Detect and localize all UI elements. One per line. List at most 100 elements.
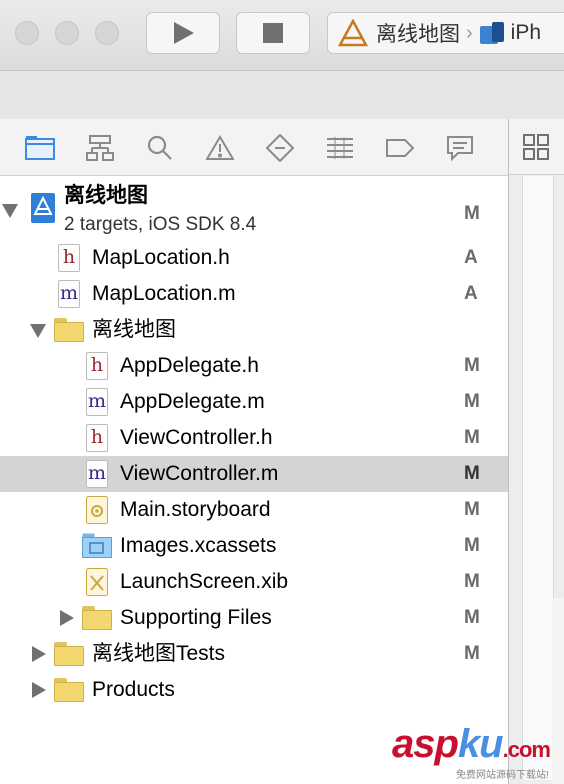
status-badge: A (464, 247, 478, 268)
group-label: Supporting Files (120, 606, 272, 629)
file-label: AppDelegate.h (120, 354, 259, 377)
symbol-navigator-tab[interactable] (85, 133, 115, 163)
watermark-asp: asp (392, 722, 459, 766)
issue-navigator-tab[interactable] (205, 133, 235, 163)
folder-icon (54, 678, 84, 702)
file-row-viewcontroller-m[interactable]: m ViewController.m M (0, 456, 508, 492)
zoom-window-button[interactable] (95, 21, 119, 45)
status-badge: M (464, 571, 480, 592)
tab-bar-area (0, 70, 564, 120)
list-icon (327, 137, 353, 159)
header-file-icon: h (86, 424, 108, 452)
xcode-app-icon (338, 19, 368, 47)
file-row-launchscreen-xib[interactable]: LaunchScreen.xib M (0, 564, 508, 600)
file-row-maplocation-m[interactable]: m MapLocation.m A (0, 276, 508, 312)
simulator-device-icon (479, 22, 504, 44)
run-button[interactable] (146, 12, 220, 54)
file-row-appdelegate-m[interactable]: m AppDelegate.m M (0, 384, 508, 420)
breakpoint-navigator-tab[interactable] (385, 133, 415, 163)
file-row-images-xcassets[interactable]: Images.xcassets M (0, 528, 508, 564)
speech-bubble-icon (447, 136, 473, 161)
project-navigator-tree: 离线地图 2 targets, iOS SDK 8.4 M h MapLocat… (0, 176, 508, 784)
group-row-lixian-ditu[interactable]: 离线地图 (0, 312, 508, 348)
debug-navigator-tab[interactable] (325, 133, 355, 163)
editor-scroll-area (552, 598, 564, 784)
status-badge: M (464, 607, 480, 628)
file-label: MapLocation.m (92, 282, 236, 305)
chevron-right-icon: › (466, 21, 473, 44)
header-file-icon: h (58, 244, 80, 272)
disclosure-expanded-icon[interactable] (2, 204, 18, 218)
editor-gutter (522, 176, 554, 780)
diamond-icon (266, 134, 294, 162)
group-row-products[interactable]: Products (0, 672, 508, 708)
disclosure-expanded-icon[interactable] (30, 324, 46, 338)
file-label: AppDelegate.m (120, 390, 265, 413)
project-name: 离线地图 (64, 184, 148, 207)
watermark-com: .com (502, 737, 551, 762)
watermark-subtitle: 免费网站源码下载站! (456, 770, 549, 781)
scheme-project-label: 离线地图 (376, 23, 460, 46)
disclosure-collapsed-icon[interactable] (32, 646, 46, 662)
header-file-icon: h (86, 352, 108, 380)
test-navigator-tab[interactable] (265, 133, 295, 163)
group-label: 离线地图Tests (92, 642, 226, 665)
report-navigator-tab[interactable] (445, 133, 475, 163)
folder-icon (25, 136, 55, 160)
file-row-viewcontroller-h[interactable]: h ViewController.h M (0, 420, 508, 456)
group-row-tests[interactable]: 离线地图Tests M (0, 636, 508, 672)
project-navigator-tab[interactable] (25, 133, 55, 163)
objc-source-file-icon: m (86, 388, 108, 416)
status-badge: M (464, 463, 480, 484)
close-window-button[interactable] (15, 21, 39, 45)
watermark-logo: aspku.com (392, 722, 551, 767)
disclosure-collapsed-icon[interactable] (32, 682, 46, 698)
play-icon (174, 22, 194, 44)
status-badge: M (464, 203, 480, 224)
folder-icon (54, 642, 84, 666)
file-label: ViewController.m (120, 462, 279, 485)
asset-catalog-folder-icon (82, 533, 112, 558)
file-label: MapLocation.h (92, 246, 230, 269)
objc-source-file-icon: m (58, 280, 80, 308)
folder-icon (82, 606, 112, 630)
storyboard-file-icon (86, 496, 108, 524)
warning-icon (206, 135, 234, 160)
group-row-supporting-files[interactable]: Supporting Files M (0, 600, 508, 636)
folder-icon (54, 318, 84, 342)
scheme-selector[interactable]: 离线地图 › iPh (327, 12, 564, 54)
navigator-selector-bar (0, 119, 508, 176)
scheme-device-label: iPh (510, 21, 542, 44)
related-items-grid-icon[interactable] (522, 133, 550, 161)
status-badge: M (464, 355, 480, 376)
status-badge: A (464, 283, 478, 304)
file-label: Images.xcassets (120, 534, 277, 557)
tag-icon (386, 139, 414, 157)
xcode-project-icon (31, 193, 55, 223)
status-badge: M (464, 499, 480, 520)
file-row-maplocation-h[interactable]: h MapLocation.h A (0, 240, 508, 276)
disclosure-collapsed-icon[interactable] (60, 610, 74, 626)
project-subtitle: 2 targets, iOS SDK 8.4 (64, 214, 257, 235)
hierarchy-icon (86, 135, 114, 161)
status-badge: M (464, 427, 480, 448)
minimize-window-button[interactable] (55, 21, 79, 45)
window-toolbar: 离线地图 › iPh (0, 0, 564, 70)
group-label: Products (92, 678, 175, 701)
find-navigator-tab[interactable] (145, 133, 175, 163)
project-root-row[interactable]: 离线地图 2 targets, iOS SDK 8.4 M (0, 180, 508, 238)
file-row-appdelegate-h[interactable]: h AppDelegate.h M (0, 348, 508, 384)
status-badge: M (464, 643, 480, 664)
file-row-main-storyboard[interactable]: Main.storyboard M (0, 492, 508, 528)
stop-button[interactable] (236, 12, 310, 54)
search-icon (147, 135, 172, 160)
stop-icon (263, 23, 283, 43)
file-label: Main.storyboard (120, 498, 271, 521)
group-label: 离线地图 (92, 318, 176, 341)
file-label: ViewController.h (120, 426, 273, 449)
editor-jump-bar (509, 119, 564, 175)
status-badge: M (464, 391, 480, 412)
file-label: LaunchScreen.xib (120, 570, 289, 593)
status-badge: M (464, 535, 480, 556)
objc-source-file-icon: m (86, 460, 108, 488)
